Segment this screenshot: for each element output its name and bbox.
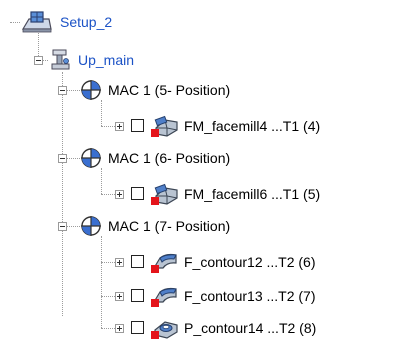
tree-connector <box>101 126 115 127</box>
operation-label: FM_facemill4 ...T1 (4) <box>184 118 321 134</box>
target-icon <box>81 216 101 236</box>
tree-node-operation[interactable]: F_contour13 ...T2 (7) <box>150 283 316 309</box>
operation-checkbox[interactable] <box>131 321 144 334</box>
machine-group-icon <box>51 49 70 70</box>
collapse-toggle[interactable] <box>58 86 67 95</box>
expand-toggle[interactable] <box>115 292 124 301</box>
tree-connector <box>101 296 115 297</box>
collapse-toggle[interactable] <box>58 222 67 231</box>
tree-node-machine[interactable]: MAC 1 (5- Position) <box>80 77 230 103</box>
collapse-toggle[interactable] <box>34 56 43 65</box>
expand-toggle[interactable] <box>115 122 124 131</box>
operation-checkbox[interactable] <box>131 255 144 268</box>
tree-node-setup[interactable]: Setup_2 <box>20 9 112 35</box>
tree-connector <box>101 194 115 195</box>
contour-icon <box>151 253 177 273</box>
operation-label: F_contour13 ...T2 (7) <box>184 288 316 304</box>
target-icon <box>81 80 101 100</box>
expand-toggle[interactable] <box>115 258 124 267</box>
tree-connector <box>62 72 63 316</box>
collapse-toggle[interactable] <box>58 154 67 163</box>
tree-node-operation[interactable]: FM_facemill4 ...T1 (4) <box>150 113 320 139</box>
tree-connector <box>101 100 102 126</box>
tree-node-machine[interactable]: MAC 1 (6- Position) <box>80 145 230 171</box>
contour-icon <box>151 287 177 307</box>
tree-connector <box>10 22 20 23</box>
tree-node-operation[interactable]: P_contour14 ...T2 (8) <box>150 315 316 341</box>
machine-label: MAC 1 (6- Position) <box>108 150 231 166</box>
operation-label: FM_facemill6 ...T1 (5) <box>184 186 321 202</box>
tree-connector <box>101 168 102 194</box>
tree-node-group[interactable]: Up_main <box>50 47 134 73</box>
tree-node-operation[interactable]: FM_facemill6 ...T1 (5) <box>150 181 320 207</box>
tree-node-machine[interactable]: MAC 1 (7- Position) <box>80 213 230 239</box>
tree-connector <box>101 262 115 263</box>
operation-checkbox[interactable] <box>131 119 144 132</box>
group-label: Up_main <box>78 52 135 68</box>
operation-checkbox[interactable] <box>131 187 144 200</box>
facemill-icon <box>151 183 178 205</box>
expand-toggle[interactable] <box>115 190 124 199</box>
setup-icon <box>21 11 52 33</box>
tree-connector <box>101 236 102 328</box>
machine-label: MAC 1 (7- Position) <box>108 218 231 234</box>
machine-label: MAC 1 (5- Position) <box>108 82 231 98</box>
tree-connector <box>101 328 115 329</box>
facemill-icon <box>151 115 178 137</box>
tree-node-operation[interactable]: F_contour12 ...T2 (6) <box>150 249 316 275</box>
target-icon <box>81 148 101 168</box>
operation-label: F_contour12 ...T2 (6) <box>184 254 316 270</box>
expand-toggle[interactable] <box>115 324 124 333</box>
pocket-contour-icon <box>151 321 178 339</box>
setup-label: Setup_2 <box>60 14 113 30</box>
operation-checkbox[interactable] <box>131 289 144 302</box>
operation-tree: Setup_2 Up_main MAC 1 (5- Position) FM_f… <box>0 0 394 345</box>
operation-label: P_contour14 ...T2 (8) <box>184 320 317 336</box>
